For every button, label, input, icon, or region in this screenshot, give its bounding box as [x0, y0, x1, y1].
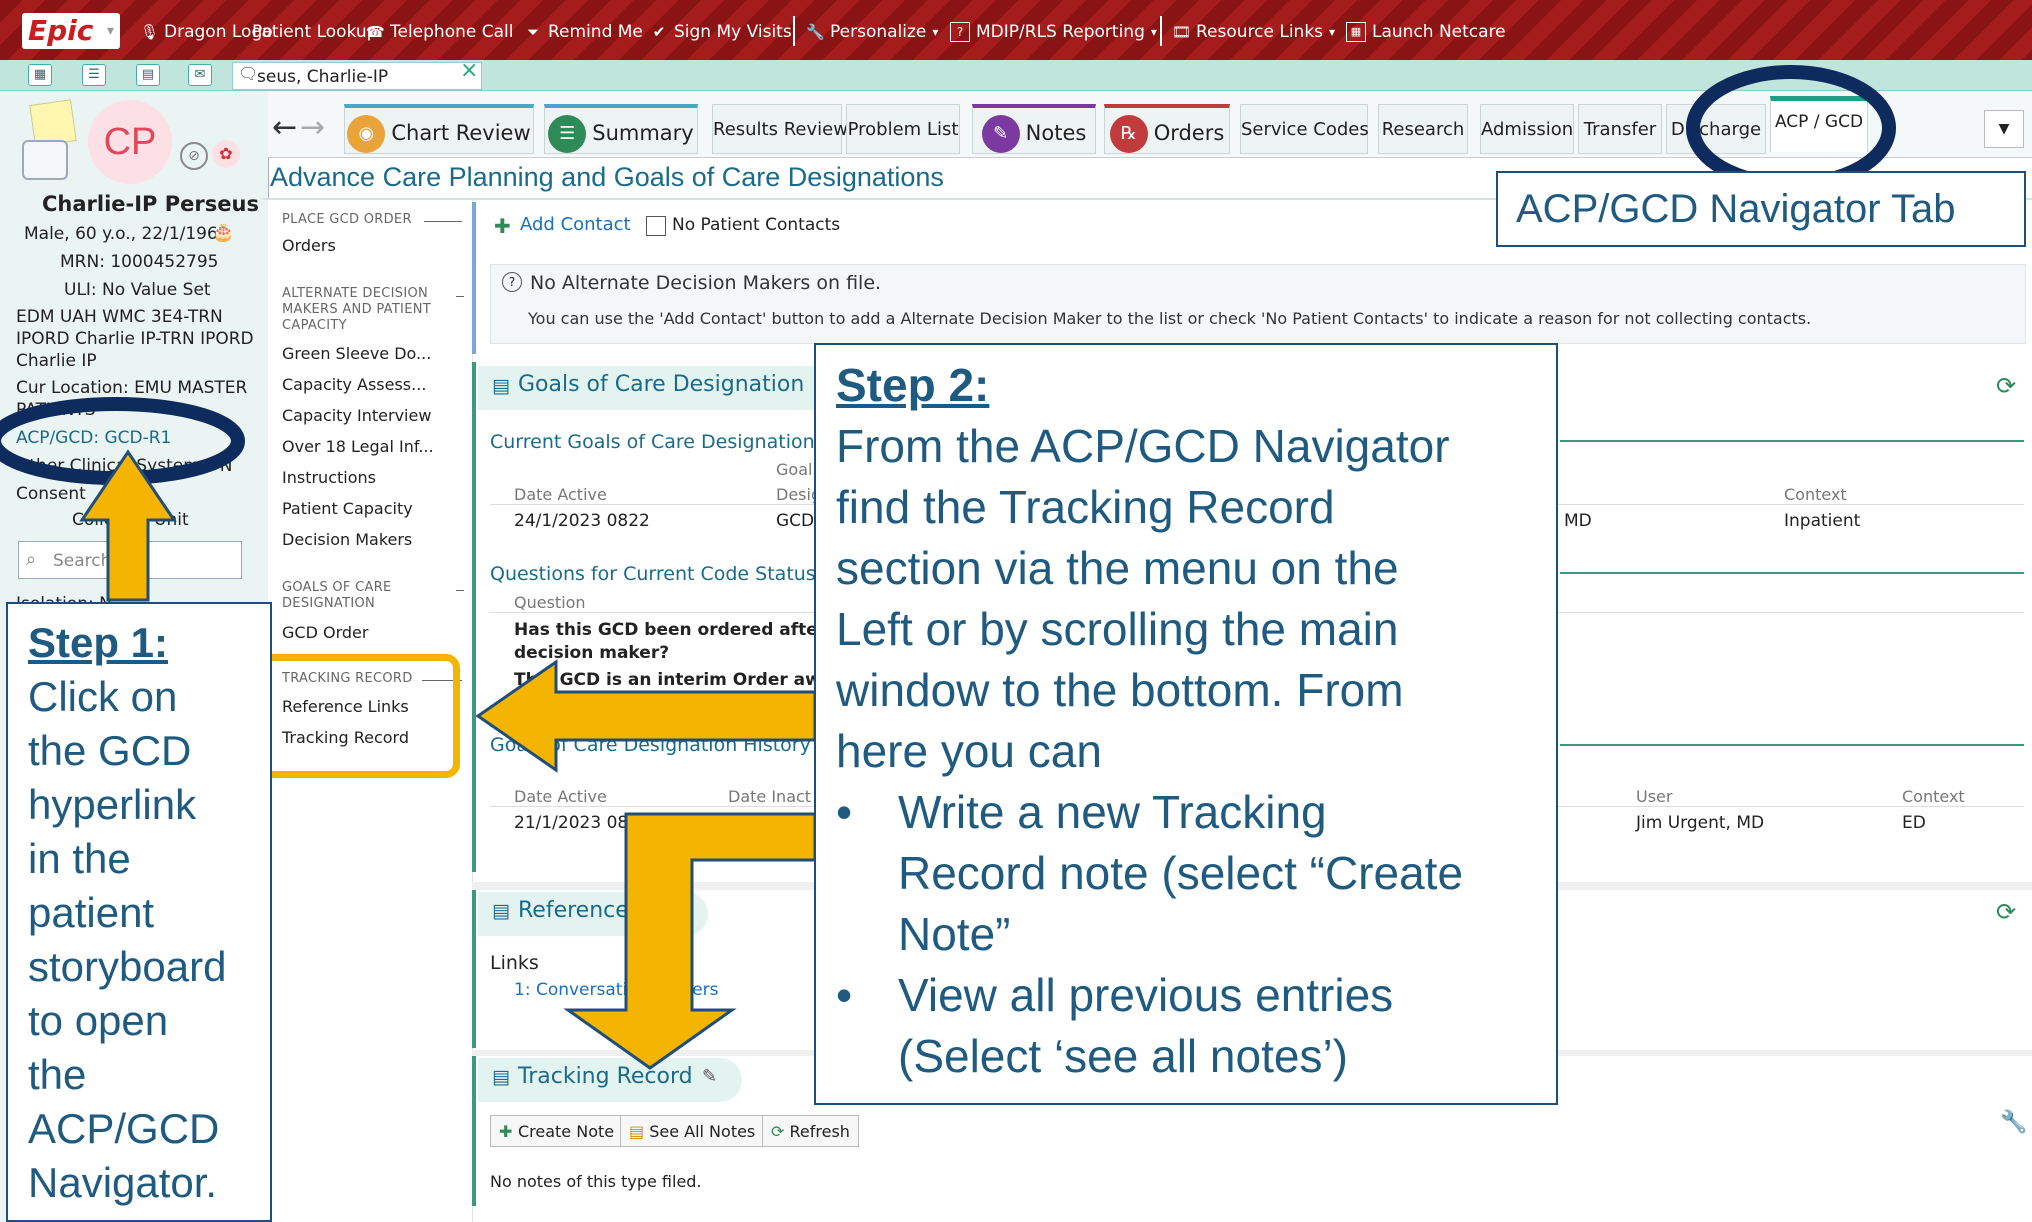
step1-line: patient: [28, 889, 155, 936]
step1-line: to open: [28, 997, 169, 1044]
step2-line: Left or by scrolling the main: [836, 603, 1399, 655]
step2-line: here you can: [836, 725, 1102, 777]
step1-line: ACP/GCD: [28, 1105, 220, 1152]
step1-line: the: [28, 1051, 87, 1098]
step2-bullet: • Write a new Tracking Record note (sele…: [836, 782, 1556, 965]
bullet-icon: •: [836, 786, 853, 838]
step2-line: From the ACP/GCD Navigator: [836, 420, 1450, 472]
step1-callout: Step 1: Click on the GCD hyperlink in th…: [6, 602, 272, 1222]
step1-title: Step 1:: [28, 619, 169, 666]
step2-down-arrow: [563, 812, 817, 1070]
step1-line: Navigator.: [28, 1159, 218, 1206]
step2-line: find the Tracking Record: [836, 481, 1335, 533]
step2-bullet: • View all previous entries (Select ‘see…: [836, 965, 1556, 1087]
step1-line: storyboard: [28, 943, 227, 990]
step2-line: window to the bottom. From: [836, 664, 1404, 716]
acp-tab-callout: ACP/GCD Navigator Tab: [1496, 171, 2026, 247]
acp-tab-highlight-oval: [1686, 65, 1896, 191]
step2-title: Step 2:: [836, 359, 990, 411]
step1-line: Click on: [28, 673, 178, 720]
step2-left-arrow: [475, 659, 817, 773]
step1-line: the GCD: [28, 727, 192, 774]
bullet-icon: •: [836, 969, 853, 1021]
step2-line: section via the menu on the: [836, 542, 1399, 594]
step1-line: hyperlink: [28, 781, 197, 828]
step1-line: in the: [28, 835, 131, 882]
step2-callout: Step 2: From the ACP/GCD Navigator find …: [814, 343, 1558, 1105]
